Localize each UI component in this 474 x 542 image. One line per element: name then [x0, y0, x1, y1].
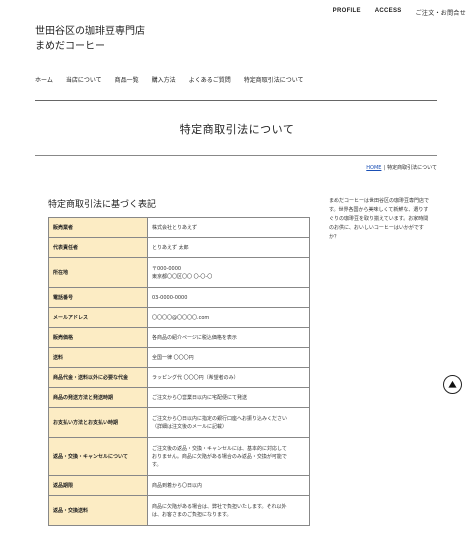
page-title: 特定商取引法について	[179, 123, 295, 136]
table-row: 所在地 〒000-0000 東京都〇〇区〇〇 〇-〇-〇	[48, 257, 310, 288]
row-value: 商品到着から〇日以内	[147, 475, 310, 496]
divider-bottom	[35, 155, 437, 156]
row-label: 商品代金・送料以外に必要な代金	[48, 367, 148, 388]
nav-purchase[interactable]: 購入方法	[152, 75, 176, 84]
row-label: 返品・交換送料	[48, 495, 148, 526]
table-row: 代表責任者 とりあえず 太郎	[48, 237, 310, 258]
nav-home[interactable]: ホーム	[35, 75, 53, 84]
table-row: 販売価格 各商品の紹介ページに税込価格を表示	[48, 327, 310, 348]
nav-products[interactable]: 商品一覧	[115, 75, 139, 84]
row-label: お支払い方法とお支払い時期	[48, 407, 148, 438]
table-row: 商品代金・送料以外に必要な代金 ラッピング代 〇〇〇円（希望者のみ）	[48, 367, 310, 388]
sidebar-description: まめだコーヒーは世田谷区の珈琲豆専門店です。世界各国から美味しくて新鮮な、選りす…	[329, 198, 430, 240]
breadcrumb-home-link[interactable]: HOME	[366, 165, 381, 171]
row-value: ラッピング代 〇〇〇円（希望者のみ）	[147, 367, 310, 388]
main-nav: ホーム 当店について 商品一覧 購入方法 よくあるご質問 特定商取引法について	[35, 75, 304, 84]
table-row: お支払い方法とお支払い時期 ご注文から〇日以内に指定の銀行口座へお振り込みください…	[48, 407, 310, 438]
row-value: 株式会社とりあえず	[147, 217, 310, 238]
section-title: 特定商取引法に基づく表記	[48, 200, 157, 210]
scroll-to-top-button[interactable]	[443, 375, 462, 394]
site-title-line2: まめだコーヒー	[35, 41, 105, 52]
breadcrumb-current: 特定商取引法について	[387, 165, 437, 171]
table-row: 電話番号 03-0000-0000	[48, 287, 310, 308]
row-label: 送料	[48, 347, 148, 368]
row-value: 03-0000-0000	[147, 287, 310, 308]
nav-faq[interactable]: よくあるご質問	[189, 75, 231, 84]
breadcrumb-separator: |	[383, 165, 386, 171]
row-value: 各商品の紹介ページに税込価格を表示	[147, 327, 310, 348]
table-row: 送料 全国一律 〇〇〇円	[48, 347, 310, 368]
breadcrumb: HOME | 特定商取引法について	[366, 164, 437, 171]
site-title-line1: 世田谷区の珈琲豆専門店	[35, 26, 145, 37]
row-value: 商品に欠陥がある場合は、弊社で負担いたします。それ以外 は、お客さまのご負担にな…	[147, 495, 310, 526]
top-nav-access[interactable]: ACCESS	[375, 8, 402, 17]
arrow-up-icon	[448, 380, 457, 388]
top-nav-profile[interactable]: PROFILE	[333, 8, 361, 17]
top-nav-contact[interactable]: ご注文・お問合せ	[416, 8, 466, 17]
row-value: 全国一律 〇〇〇円	[147, 347, 310, 368]
nav-about[interactable]: 当店について	[66, 75, 102, 84]
row-label: 商品の発送方法と発送時期	[48, 387, 148, 408]
row-label: 代表責任者	[48, 237, 148, 258]
row-value: とりあえず 太郎	[147, 237, 310, 258]
table-row: 返品・交換送料 商品に欠陥がある場合は、弊社で負担いたします。それ以外 は、お客さ…	[48, 495, 310, 526]
table-row: 商品の発送方法と発送時期 ご注文から〇営業日以内に宅配便にて発送	[48, 387, 310, 408]
tokushoho-table: 販売業者 株式会社とりあえず 代表責任者 とりあえず 太郎 所在地 〒000-0000…	[48, 217, 310, 526]
row-label: 電話番号	[48, 287, 148, 308]
nav-tokushoho[interactable]: 特定商取引法について	[244, 75, 304, 84]
row-label: 販売価格	[48, 327, 148, 348]
row-value: ご注文後の返品・交換・キャンセルには、基本的に対応して おりません。商品に欠陥が…	[147, 437, 310, 476]
row-label: 返品・交換・キャンセルについて	[48, 437, 148, 476]
row-label: 返品期限	[48, 475, 148, 496]
table-row: メールアドレス 〇〇〇〇@〇〇〇〇.com	[48, 307, 310, 328]
table-row: 販売業者 株式会社とりあえず	[48, 217, 310, 238]
row-value: ご注文から〇日以内に指定の銀行口座へお振り込みください （詳細は注文後のメールに…	[147, 407, 310, 438]
row-value: 〇〇〇〇@〇〇〇〇.com	[147, 307, 310, 328]
table-row: 返品・交換・キャンセルについて ご注文後の返品・交換・キャンセルには、基本的に対応…	[48, 437, 310, 476]
row-label: 販売業者	[48, 217, 148, 238]
row-value: 〒000-0000 東京都〇〇区〇〇 〇-〇-〇	[147, 257, 310, 288]
row-label: メールアドレス	[48, 307, 148, 328]
table-row: 返品期限 商品到着から〇日以内	[48, 475, 310, 496]
top-nav: PROFILE ACCESS ご注文・お問合せ	[333, 8, 466, 17]
row-value: ご注文から〇営業日以内に宅配便にて発送	[147, 387, 310, 408]
divider-top	[35, 100, 437, 101]
row-label: 所在地	[48, 257, 148, 288]
site-title[interactable]: 世田谷区の珈琲豆専門店 まめだコーヒー	[35, 24, 145, 54]
